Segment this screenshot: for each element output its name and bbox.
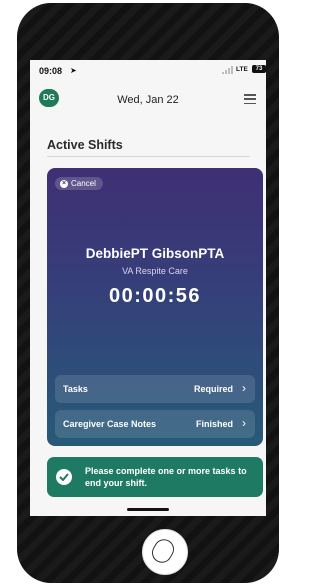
- tasks-status: Required: [193, 384, 233, 394]
- home-button[interactable]: [142, 529, 188, 575]
- facility-name: VA Respite Care: [122, 266, 188, 276]
- section-divider: [47, 156, 250, 157]
- app-screen: 09:08 ➤ LTE 73 DG Wed, Jan 22 Active Shi…: [30, 60, 266, 516]
- location-arrow-icon: ➤: [70, 66, 77, 75]
- cancel-button[interactable]: × Cancel: [55, 177, 103, 190]
- alert-banner: Please complete one or more tasks to end…: [47, 457, 263, 497]
- battery-icon: 73: [252, 65, 266, 73]
- close-icon: ×: [60, 179, 68, 188]
- shift-timer: 00:00:56: [108, 285, 202, 307]
- hamburger-menu-icon[interactable]: [244, 94, 256, 104]
- case-notes-status: Finished: [195, 419, 233, 429]
- alert-message: Please complete one or more tasks to end…: [85, 466, 247, 488]
- active-shift-card: × Cancel DebbiePT GibsonPTA VA Respite C…: [47, 168, 263, 446]
- network-type: LTE: [236, 66, 248, 73]
- tasks-label: Tasks: [63, 384, 88, 394]
- check-circle-icon: [56, 469, 72, 485]
- status-bar: 09:08 ➤ LTE 73: [30, 60, 266, 78]
- case-notes-label: Caregiver Case Notes: [63, 419, 157, 429]
- patient-name: DebbiePT GibsonPTA: [85, 246, 225, 261]
- signal-icon: [222, 66, 234, 74]
- chevron-right-icon: ›: [242, 381, 246, 395]
- cancel-label: Cancel: [71, 179, 96, 188]
- section-title: Active Shifts: [47, 138, 123, 152]
- chevron-right-icon: ›: [242, 416, 246, 430]
- header-date: Wed, Jan 22: [117, 94, 179, 106]
- phone-device: 09:08 ➤ LTE 73 DG Wed, Jan 22 Active Shi…: [17, 3, 279, 583]
- app-header: DG Wed, Jan 22: [30, 80, 266, 116]
- home-indicator[interactable]: [127, 508, 169, 511]
- tasks-row[interactable]: Tasks Required ›: [55, 375, 255, 403]
- status-time: 09:08: [39, 66, 63, 76]
- case-notes-row[interactable]: Caregiver Case Notes Finished ›: [55, 410, 255, 438]
